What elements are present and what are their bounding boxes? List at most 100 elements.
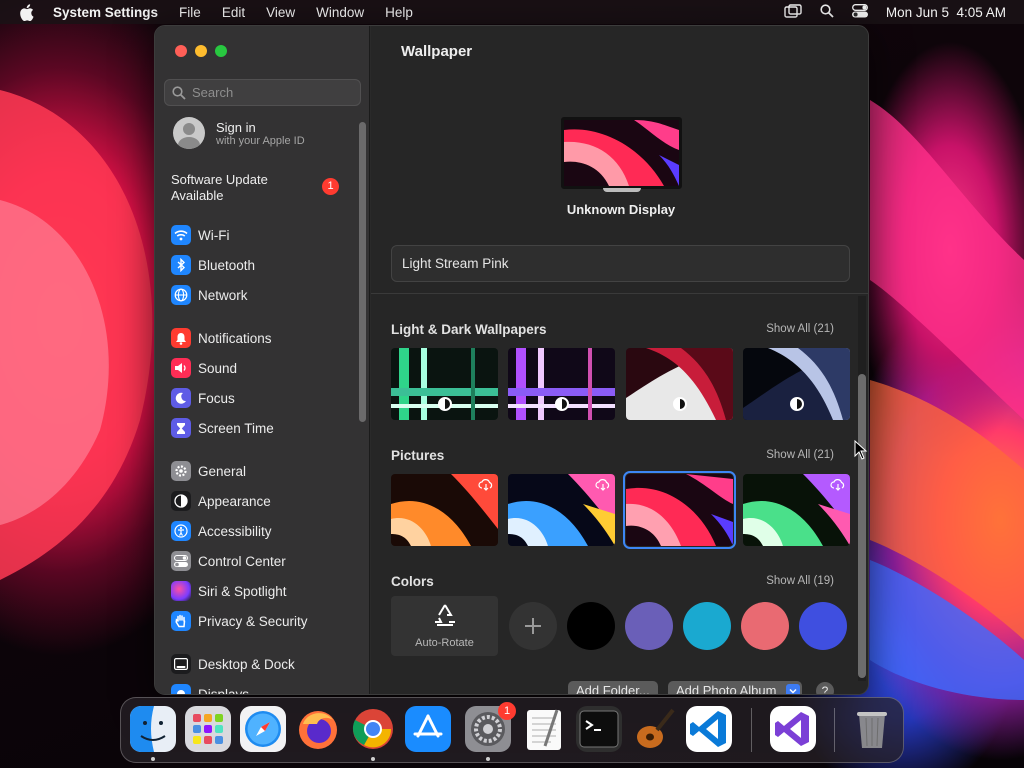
sidebar-scrollbar[interactable] (359, 122, 366, 422)
help-button[interactable]: ? (816, 682, 834, 694)
signin-title: Sign in (216, 119, 256, 135)
dock-icon (171, 654, 191, 674)
sidebar-item-privacy-security[interactable]: Privacy & Security (171, 610, 308, 632)
sidebar-search[interactable]: Search (164, 79, 361, 106)
sidebar-item-focus[interactable]: Focus (171, 387, 235, 409)
wallpaper-tile[interactable] (626, 348, 733, 420)
spotlight-search-icon[interactable] (820, 3, 834, 21)
wallpaper-name-field[interactable]: Light Stream Pink (391, 245, 850, 282)
show-all-light-dark-button[interactable]: Show All (21) (766, 323, 834, 335)
menu-file[interactable]: File (179, 5, 201, 20)
sidebar-item-siri-spotlight[interactable]: Siri & Spotlight (171, 580, 287, 602)
wallpaper-tile[interactable] (391, 474, 498, 546)
sidebar-item-label: Wi-Fi (198, 227, 230, 243)
sidebar-item-general[interactable]: General (171, 460, 246, 482)
sidebar-item-desktop-dock[interactable]: Desktop & Dock (171, 653, 295, 675)
add-folder-button[interactable]: Add Folder... (568, 681, 658, 694)
menu-extras: Mon Jun 5 4:05 AM (784, 0, 1006, 24)
color-swatch[interactable] (683, 602, 731, 650)
show-all-colors-button[interactable]: Show All (19) (766, 575, 834, 587)
vscode-app-icon[interactable] (686, 706, 732, 752)
visual-studio-app-icon[interactable] (770, 706, 816, 752)
sidebar-item-sound[interactable]: Sound (171, 357, 237, 379)
section-title-colors: Colors (391, 574, 434, 589)
section-title-pictures: Pictures (391, 448, 445, 463)
accessibility-icon (171, 521, 191, 541)
sidebar-item-accessibility[interactable]: Accessibility (171, 520, 272, 542)
add-color-button[interactable] (509, 602, 557, 650)
firefox-app-icon[interactable] (295, 706, 341, 752)
apple-menu-icon[interactable] (19, 4, 37, 22)
main-scrollbar[interactable] (858, 296, 866, 681)
control-center-menu-icon[interactable] (851, 3, 868, 21)
sidebar-item-screen-time[interactable]: Screen Time (171, 417, 274, 439)
launchpad-app-icon[interactable] (185, 706, 231, 752)
light-dark-mode-icon (555, 397, 569, 411)
menu-clock[interactable]: Mon Jun 5 4:05 AM (886, 5, 1006, 20)
add-photo-album-button[interactable]: Add Photo Album (668, 681, 803, 695)
close-button[interactable] (175, 45, 187, 57)
page-title: Wallpaper (401, 43, 473, 60)
gear-icon (171, 461, 191, 481)
wallpaper-tile-selected[interactable] (623, 471, 736, 549)
display-preview[interactable] (561, 117, 682, 189)
sidebar-item-label: Privacy & Security (198, 613, 308, 629)
sidebar-item-network[interactable]: Network (171, 284, 248, 306)
siri-icon (171, 581, 191, 601)
terminal-app-icon[interactable] (576, 706, 622, 752)
app-store-icon[interactable] (405, 706, 451, 752)
sidebar-item-label: Siri & Spotlight (198, 583, 287, 599)
garageband-app-icon[interactable] (631, 706, 677, 752)
menu-help[interactable]: Help (385, 5, 413, 20)
light-dark-mode-icon (438, 397, 452, 411)
wallpaper-tile[interactable] (391, 348, 498, 420)
textedit-app-icon[interactable] (521, 706, 567, 752)
menu-edit[interactable]: Edit (222, 5, 245, 20)
running-indicator (486, 757, 490, 761)
sidebar-signin[interactable]: Sign in with your Apple ID (173, 117, 305, 149)
sidebar-item-wifi[interactable]: Wi-Fi (171, 224, 229, 246)
sidebar-item-label: Sound (198, 360, 238, 376)
cloud-download-icon (478, 479, 493, 491)
running-indicator (151, 757, 155, 761)
sidebar-item-bluetooth[interactable]: Bluetooth (171, 254, 255, 276)
menu-bar: System Settings File Edit View Window He… (0, 0, 1024, 24)
add-photo-album-label: Add Photo Album (676, 683, 777, 695)
safari-app-icon[interactable] (240, 706, 286, 752)
minimize-button[interactable] (195, 45, 207, 57)
color-swatch[interactable] (567, 602, 615, 650)
bell-icon (171, 328, 191, 348)
avatar (173, 117, 205, 149)
chrome-app-icon[interactable] (350, 706, 396, 752)
wallpaper-tile[interactable] (508, 474, 615, 546)
sidebar-item-label: Control Center (198, 553, 286, 569)
sidebar-item-software-update[interactable]: Software Update Available 1 (171, 172, 361, 204)
control-center-icon (171, 551, 191, 571)
sidebar-item-notifications[interactable]: Notifications (171, 327, 272, 349)
scrollbar-thumb[interactable] (858, 374, 866, 678)
color-swatch[interactable] (799, 602, 847, 650)
color-swatch[interactable] (741, 602, 789, 650)
menu-window[interactable]: Window (316, 5, 364, 20)
menu-app-name[interactable]: System Settings (53, 5, 158, 20)
dock: 1 (120, 697, 904, 763)
screen-mirroring-icon[interactable] (784, 3, 802, 21)
color-swatch[interactable] (625, 602, 673, 650)
display-icon (171, 684, 191, 694)
bluetooth-icon (171, 255, 191, 275)
auto-rotate-tile[interactable]: Auto-Rotate (391, 596, 498, 656)
finder-app-icon[interactable] (130, 706, 176, 752)
menu-view[interactable]: View (266, 5, 295, 20)
zoom-button[interactable] (215, 45, 227, 57)
trash-icon[interactable] (849, 706, 895, 752)
appearance-icon (171, 491, 191, 511)
dock-separator (751, 708, 752, 752)
wallpaper-tile[interactable] (508, 348, 615, 420)
sidebar-item-displays[interactable]: Displays (171, 683, 249, 694)
sidebar-item-control-center[interactable]: Control Center (171, 550, 286, 572)
show-all-pictures-button[interactable]: Show All (21) (766, 449, 834, 461)
wallpaper-tile[interactable] (743, 348, 850, 420)
display-stand (603, 188, 641, 192)
sidebar-item-appearance[interactable]: Appearance (171, 490, 271, 512)
wallpaper-tile[interactable] (743, 474, 850, 546)
